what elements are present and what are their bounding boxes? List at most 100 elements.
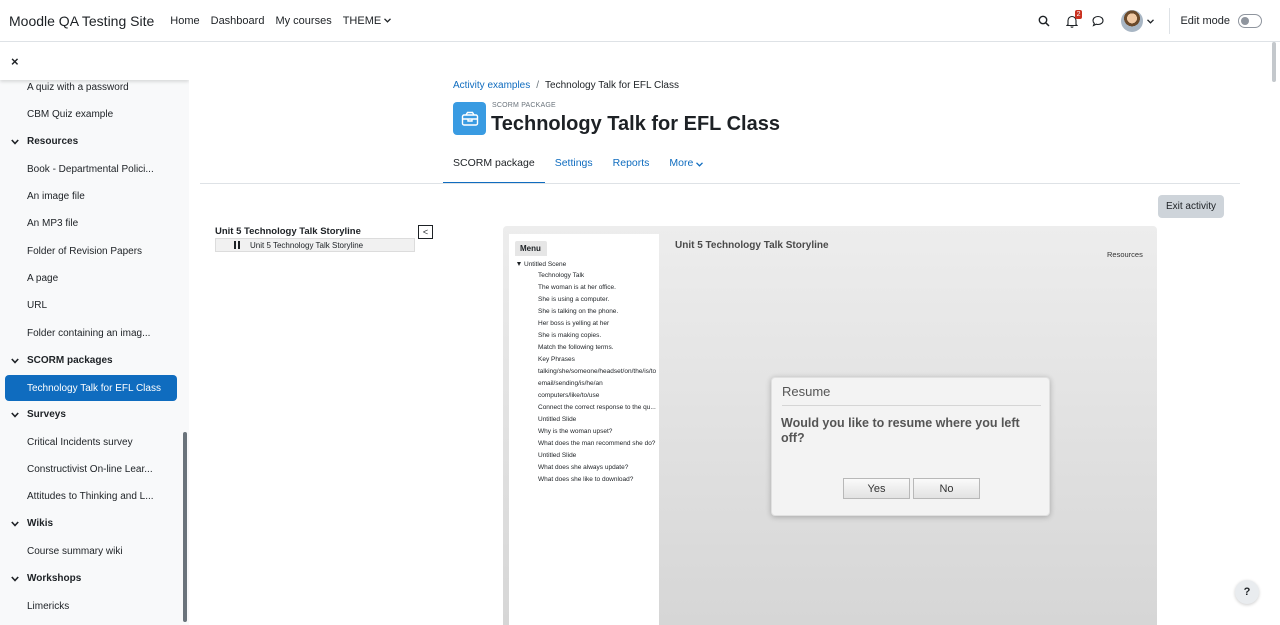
drawer-item-folder-revision[interactable]: Folder of Revision Papers [27, 246, 142, 257]
scorm-player: Menu Untitled Scene Technology Talk The … [503, 226, 1157, 625]
resume-question: Would you like to resume where you left … [781, 416, 1020, 445]
caret-down-icon [517, 262, 521, 266]
drawer-item-course-wiki[interactable]: Course summary wiki [27, 546, 123, 557]
chevron-down-icon [11, 520, 19, 527]
chevron-down-icon [11, 357, 19, 364]
tab-more-label: More [669, 157, 694, 169]
menu-item[interactable]: Key Phrases [517, 354, 663, 366]
page-title: Technology Talk for EFL Class [491, 113, 780, 135]
drawer-section-label: Resources [27, 136, 79, 147]
drawer-item-critical-incidents[interactable]: Critical Incidents survey [27, 437, 133, 448]
drawer-item-attitudes[interactable]: Attitudes to Thinking and L... [27, 491, 154, 502]
drawer-section-surveys[interactable]: Surveys [11, 409, 66, 420]
player-menu-panel: Menu Untitled Scene Technology Talk The … [509, 234, 659, 625]
no-button[interactable]: No [913, 478, 980, 499]
menu-item[interactable]: Connect the correct response to the qu..… [517, 402, 663, 414]
chevron-down-icon [11, 138, 19, 145]
drawer-item-active-scorm[interactable]: Technology Talk for EFL Class [5, 375, 177, 401]
messages-chat-icon[interactable] [1085, 8, 1111, 34]
menu-item[interactable]: computers/like/to/use [517, 390, 663, 402]
drawer-item-constructivist[interactable]: Constructivist On-line Lear... [27, 464, 153, 475]
toc-collapse-toggle[interactable]: < [418, 225, 433, 239]
menu-item[interactable]: Untitled Slide [517, 414, 663, 426]
nav-my-courses[interactable]: My courses [275, 15, 331, 27]
drawer-item-limericks[interactable]: Limericks [27, 601, 69, 612]
player-menu-tab[interactable]: Menu [515, 241, 547, 256]
menu-scene-label: Untitled Scene [524, 260, 567, 268]
drawer-section-label: Wikis [27, 518, 54, 529]
breadcrumb-parent-link[interactable]: Activity examples [453, 80, 530, 91]
page-scrollbar[interactable] [1272, 42, 1276, 82]
notifications-bell-icon[interactable]: 2 [1059, 8, 1085, 34]
secondary-navigation: SCORM package Settings Reports More [443, 150, 713, 184]
drawer-item-cbm-quiz[interactable]: CBM Quiz example [27, 109, 113, 120]
menu-item[interactable]: Why is the woman upset? [517, 426, 663, 438]
chevron-down-icon [384, 18, 392, 23]
drawer-item-mp3-file[interactable]: An MP3 file [27, 218, 78, 229]
tab-more[interactable]: More [659, 150, 713, 184]
close-icon[interactable]: × [11, 54, 19, 69]
resume-dialog: Resume Would you like to resume where yo… [771, 377, 1050, 516]
scorm-package-icon [453, 102, 486, 135]
menu-item[interactable]: Her boss is yelling at her [517, 318, 663, 330]
menu-item[interactable]: Technology Talk [517, 270, 663, 282]
menu-item[interactable]: What does she like to download? [517, 474, 663, 486]
menu-scene[interactable]: Untitled Scene [517, 258, 663, 270]
menu-item[interactable]: What does the man recommend she do? [517, 438, 663, 450]
drawer-section-scorm[interactable]: SCORM packages [11, 355, 113, 366]
module-kind-label: SCORM PACKAGE [492, 102, 556, 109]
menu-item[interactable]: She is making copies. [517, 330, 663, 342]
nav-dashboard[interactable]: Dashboard [211, 15, 265, 27]
menu-item[interactable]: She is talking on the phone. [517, 306, 663, 318]
drawer-section-label: SCORM packages [27, 355, 113, 366]
tab-scorm-package[interactable]: SCORM package [443, 150, 545, 184]
nav-theme-dropdown[interactable]: THEME [343, 15, 392, 27]
chevron-down-icon [11, 411, 19, 418]
chevron-down-icon [696, 162, 704, 167]
toc-item-label: Unit 5 Technology Talk Storyline [250, 240, 364, 250]
top-navbar: Moodle QA Testing Site Home Dashboard My… [0, 0, 1280, 42]
drawer-section-wikis[interactable]: Wikis [11, 518, 53, 529]
drawer-item-url[interactable]: URL [27, 300, 47, 311]
dialog-divider [782, 405, 1041, 406]
drawer-section-label: Workshops [27, 573, 82, 584]
menu-item[interactable]: She is using a computer. [517, 294, 663, 306]
drawer-section-workshops[interactable]: Workshops [11, 573, 81, 584]
edit-mode-label: Edit mode [1180, 15, 1230, 27]
course-index-drawer: × A quiz with a password CBM Quiz exampl… [0, 42, 189, 625]
drawer-item-image-file[interactable]: An image file [27, 191, 85, 202]
tabs-divider [200, 183, 1240, 184]
tab-settings[interactable]: Settings [545, 150, 603, 184]
toc-item[interactable]: Unit 5 Technology Talk Storyline [215, 238, 415, 252]
drawer-header: × [0, 42, 189, 80]
breadcrumb: Activity examples / Technology Talk for … [453, 80, 679, 91]
nav-home[interactable]: Home [170, 15, 199, 27]
drawer-item-folder-image[interactable]: Folder containing an imag... [27, 328, 150, 339]
drawer-item-book[interactable]: Book - Departmental Polici... [27, 164, 154, 175]
help-button[interactable]: ? [1235, 580, 1259, 604]
menu-item[interactable]: What does she always update? [517, 462, 663, 474]
resources-link[interactable]: Resources [1107, 250, 1143, 259]
menu-item[interactable]: talking/she/someone/headset/on/the/is/to [517, 366, 663, 378]
drawer-item-page[interactable]: A page [27, 273, 58, 284]
edit-mode-toggle[interactable] [1238, 14, 1262, 28]
slide-title: Unit 5 Technology Talk Storyline [675, 240, 829, 251]
exit-activity-button[interactable]: Exit activity [1158, 195, 1224, 218]
chevron-down-icon [11, 575, 19, 582]
breadcrumb-separator: / [536, 80, 540, 91]
navbar-divider [1169, 8, 1171, 34]
drawer-item-quiz-password[interactable]: A quiz with a password [27, 82, 129, 93]
menu-item[interactable]: Match the following terms. [517, 342, 663, 354]
menu-item[interactable]: The woman is at her office. [517, 282, 663, 294]
yes-button[interactable]: Yes [843, 478, 910, 499]
drawer-section-resources[interactable]: Resources [11, 136, 78, 147]
nav-theme-label: THEME [342, 14, 382, 27]
tab-reports[interactable]: Reports [603, 150, 660, 184]
search-icon[interactable] [1031, 8, 1057, 34]
site-brand[interactable]: Moodle QA Testing Site [9, 13, 154, 29]
user-menu-chevron-down-icon[interactable] [1143, 8, 1157, 34]
menu-item[interactable]: email/sending/is/he/an [517, 378, 663, 390]
drawer-scrollbar[interactable] [183, 432, 187, 622]
user-avatar[interactable] [1121, 10, 1144, 32]
menu-item[interactable]: Untitled Slide [517, 450, 663, 462]
